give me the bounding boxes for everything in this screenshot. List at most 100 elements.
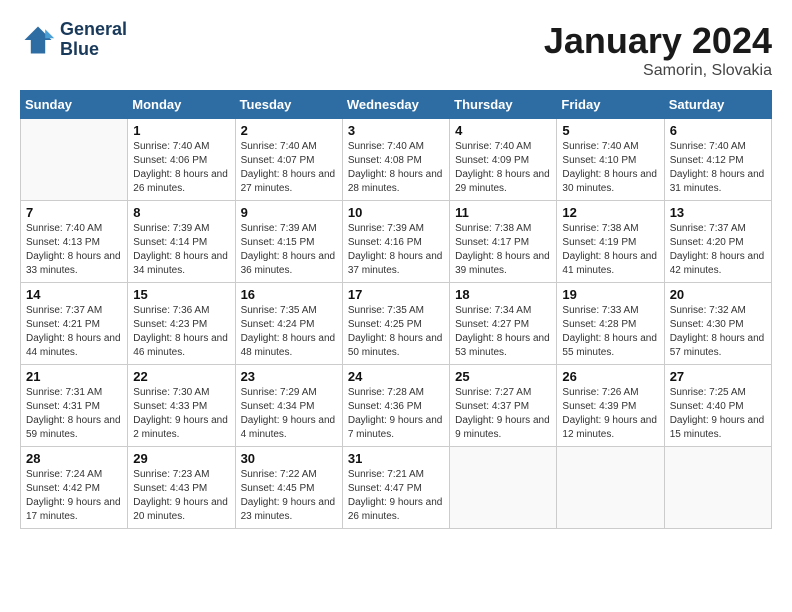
calendar-cell: 9 Sunrise: 7:39 AM Sunset: 4:15 PM Daylig… [235, 201, 342, 283]
calendar-cell: 13 Sunrise: 7:37 AM Sunset: 4:20 PM Dayli… [664, 201, 771, 283]
day-info: Sunrise: 7:32 AM Sunset: 4:30 PM Dayligh… [670, 304, 766, 360]
day-number: 30 [241, 451, 337, 466]
day-number: 31 [348, 451, 444, 466]
weekday-header-thursday: Thursday [450, 91, 557, 119]
weekday-header-friday: Friday [557, 91, 664, 119]
day-info: Sunrise: 7:36 AM Sunset: 4:23 PM Dayligh… [133, 304, 229, 360]
calendar-week-row: 28 Sunrise: 7:24 AM Sunset: 4:42 PM Dayli… [21, 447, 772, 529]
calendar-week-row: 1 Sunrise: 7:40 AM Sunset: 4:06 PM Daylig… [21, 119, 772, 201]
calendar-cell: 25 Sunrise: 7:27 AM Sunset: 4:37 PM Dayli… [450, 365, 557, 447]
day-info: Sunrise: 7:35 AM Sunset: 4:25 PM Dayligh… [348, 304, 444, 360]
day-info: Sunrise: 7:40 AM Sunset: 4:08 PM Dayligh… [348, 140, 444, 196]
day-info: Sunrise: 7:31 AM Sunset: 4:31 PM Dayligh… [26, 386, 122, 442]
weekday-header-saturday: Saturday [664, 91, 771, 119]
calendar-cell: 17 Sunrise: 7:35 AM Sunset: 4:25 PM Dayli… [342, 283, 449, 365]
calendar-cell [664, 447, 771, 529]
calendar-cell: 3 Sunrise: 7:40 AM Sunset: 4:08 PM Daylig… [342, 119, 449, 201]
day-number: 27 [670, 369, 766, 384]
calendar-cell: 30 Sunrise: 7:22 AM Sunset: 4:45 PM Dayli… [235, 447, 342, 529]
calendar-week-row: 7 Sunrise: 7:40 AM Sunset: 4:13 PM Daylig… [21, 201, 772, 283]
day-number: 4 [455, 123, 551, 138]
weekday-header-monday: Monday [128, 91, 235, 119]
calendar-cell: 19 Sunrise: 7:33 AM Sunset: 4:28 PM Dayli… [557, 283, 664, 365]
day-number: 11 [455, 205, 551, 220]
day-info: Sunrise: 7:30 AM Sunset: 4:33 PM Dayligh… [133, 386, 229, 442]
day-number: 16 [241, 287, 337, 302]
calendar-cell [557, 447, 664, 529]
day-number: 3 [348, 123, 444, 138]
calendar-cell: 27 Sunrise: 7:25 AM Sunset: 4:40 PM Dayli… [664, 365, 771, 447]
day-number: 6 [670, 123, 766, 138]
calendar-cell: 28 Sunrise: 7:24 AM Sunset: 4:42 PM Dayli… [21, 447, 128, 529]
day-number: 13 [670, 205, 766, 220]
day-info: Sunrise: 7:27 AM Sunset: 4:37 PM Dayligh… [455, 386, 551, 442]
day-info: Sunrise: 7:37 AM Sunset: 4:21 PM Dayligh… [26, 304, 122, 360]
weekday-header-sunday: Sunday [21, 91, 128, 119]
calendar-cell: 23 Sunrise: 7:29 AM Sunset: 4:34 PM Dayli… [235, 365, 342, 447]
day-info: Sunrise: 7:39 AM Sunset: 4:14 PM Dayligh… [133, 222, 229, 278]
day-number: 20 [670, 287, 766, 302]
day-number: 12 [562, 205, 658, 220]
day-number: 23 [241, 369, 337, 384]
logo-icon [20, 22, 56, 58]
day-number: 7 [26, 205, 122, 220]
weekday-header-wednesday: Wednesday [342, 91, 449, 119]
weekday-header-tuesday: Tuesday [235, 91, 342, 119]
day-info: Sunrise: 7:22 AM Sunset: 4:45 PM Dayligh… [241, 468, 337, 524]
day-number: 22 [133, 369, 229, 384]
day-number: 8 [133, 205, 229, 220]
day-info: Sunrise: 7:29 AM Sunset: 4:34 PM Dayligh… [241, 386, 337, 442]
day-info: Sunrise: 7:37 AM Sunset: 4:20 PM Dayligh… [670, 222, 766, 278]
day-number: 25 [455, 369, 551, 384]
day-info: Sunrise: 7:39 AM Sunset: 4:15 PM Dayligh… [241, 222, 337, 278]
calendar-cell: 12 Sunrise: 7:38 AM Sunset: 4:19 PM Dayli… [557, 201, 664, 283]
day-info: Sunrise: 7:26 AM Sunset: 4:39 PM Dayligh… [562, 386, 658, 442]
day-number: 19 [562, 287, 658, 302]
day-number: 17 [348, 287, 444, 302]
calendar-cell: 2Sunrise: 7:40 AM Sunset: 4:07 PM Daylig… [235, 119, 342, 201]
day-number: 10 [348, 205, 444, 220]
day-info: Sunrise: 7:40 AM Sunset: 4:13 PM Dayligh… [26, 222, 122, 278]
calendar-table: SundayMondayTuesdayWednesdayThursdayFrid… [20, 90, 772, 529]
calendar-cell: 29 Sunrise: 7:23 AM Sunset: 4:43 PM Dayli… [128, 447, 235, 529]
day-number: 1 [133, 123, 229, 138]
day-info: Sunrise: 7:33 AM Sunset: 4:28 PM Dayligh… [562, 304, 658, 360]
day-info: Sunrise: 7:40 AM Sunset: 4:09 PM Dayligh… [455, 140, 551, 196]
day-info: Sunrise: 7:40 AM Sunset: 4:12 PM Dayligh… [670, 140, 766, 196]
calendar-cell: 7 Sunrise: 7:40 AM Sunset: 4:13 PM Daylig… [21, 201, 128, 283]
day-info: Sunrise: 7:38 AM Sunset: 4:17 PM Dayligh… [455, 222, 551, 278]
calendar-cell: 8 Sunrise: 7:39 AM Sunset: 4:14 PM Daylig… [128, 201, 235, 283]
day-number: 26 [562, 369, 658, 384]
logo-line2: Blue [60, 40, 127, 60]
day-info: Sunrise: 7:28 AM Sunset: 4:36 PM Dayligh… [348, 386, 444, 442]
calendar-cell: 26 Sunrise: 7:26 AM Sunset: 4:39 PM Dayli… [557, 365, 664, 447]
calendar-cell: 1 Sunrise: 7:40 AM Sunset: 4:06 PM Daylig… [128, 119, 235, 201]
day-number: 21 [26, 369, 122, 384]
calendar-cell [450, 447, 557, 529]
day-info: Sunrise: 7:40 AM Sunset: 4:10 PM Dayligh… [562, 140, 658, 196]
day-info: Sunrise: 7:21 AM Sunset: 4:47 PM Dayligh… [348, 468, 444, 524]
day-number: 14 [26, 287, 122, 302]
day-number: 18 [455, 287, 551, 302]
day-info: Sunrise: 7:24 AM Sunset: 4:42 PM Dayligh… [26, 468, 122, 524]
day-info: Sunrise: 7:38 AM Sunset: 4:19 PM Dayligh… [562, 222, 658, 278]
calendar-cell: 16Sunrise: 7:35 AM Sunset: 4:24 PM Dayli… [235, 283, 342, 365]
day-info: Sunrise: 7:40 AM Sunset: 4:07 PM Dayligh… [241, 140, 337, 196]
day-number: 5 [562, 123, 658, 138]
title-block: January 2024 Samorin, Slovakia [544, 20, 772, 80]
calendar-cell: 10Sunrise: 7:39 AM Sunset: 4:16 PM Dayli… [342, 201, 449, 283]
calendar-cell: 31 Sunrise: 7:21 AM Sunset: 4:47 PM Dayli… [342, 447, 449, 529]
day-number: 29 [133, 451, 229, 466]
day-number: 15 [133, 287, 229, 302]
calendar-cell: 6 Sunrise: 7:40 AM Sunset: 4:12 PM Daylig… [664, 119, 771, 201]
day-number: 9 [241, 205, 337, 220]
calendar-cell: 21 Sunrise: 7:31 AM Sunset: 4:31 PM Dayli… [21, 365, 128, 447]
day-info: Sunrise: 7:25 AM Sunset: 4:40 PM Dayligh… [670, 386, 766, 442]
calendar-cell: 24Sunrise: 7:28 AM Sunset: 4:36 PM Dayli… [342, 365, 449, 447]
weekday-header-row: SundayMondayTuesdayWednesdayThursdayFrid… [21, 91, 772, 119]
day-info: Sunrise: 7:23 AM Sunset: 4:43 PM Dayligh… [133, 468, 229, 524]
day-number: 28 [26, 451, 122, 466]
logo: General Blue [20, 20, 127, 60]
day-info: Sunrise: 7:40 AM Sunset: 4:06 PM Dayligh… [133, 140, 229, 196]
calendar-cell: 11 Sunrise: 7:38 AM Sunset: 4:17 PM Dayli… [450, 201, 557, 283]
